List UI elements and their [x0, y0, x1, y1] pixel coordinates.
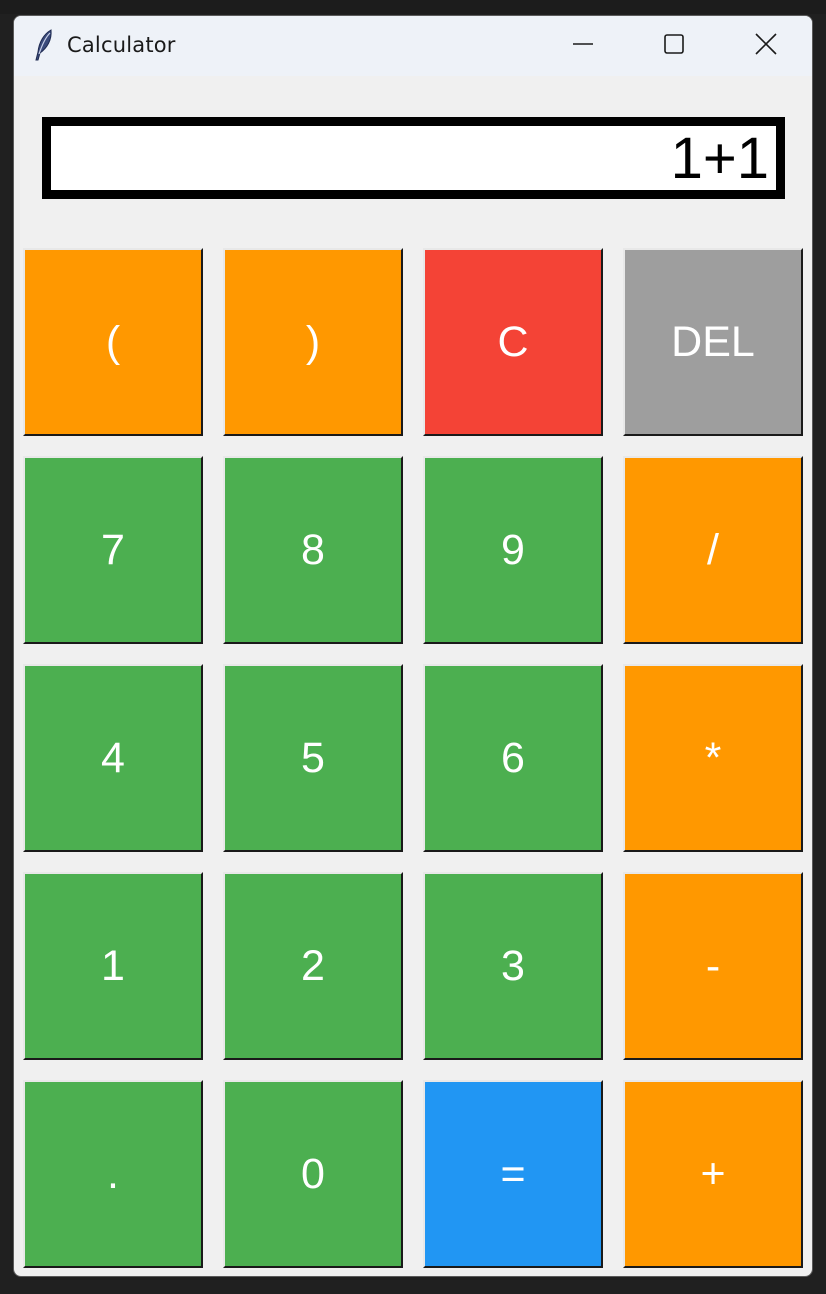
add-button[interactable]: + — [623, 1080, 803, 1268]
desktop-background — [0, 0, 826, 14]
expression-display[interactable] — [51, 126, 776, 190]
close-button[interactable] — [733, 16, 799, 76]
close-icon — [755, 32, 777, 60]
digit-1-button[interactable]: 1 — [23, 872, 203, 1060]
digit-4-button[interactable]: 4 — [23, 664, 203, 852]
open-paren-button[interactable]: ( — [23, 248, 203, 436]
delete-button[interactable]: DEL — [623, 248, 803, 436]
divide-button[interactable]: / — [623, 456, 803, 644]
digit-9-button[interactable]: 9 — [423, 456, 603, 644]
digit-3-button[interactable]: 3 — [423, 872, 603, 1060]
decimal-point-button[interactable]: . — [23, 1080, 203, 1268]
subtract-button[interactable]: - — [623, 872, 803, 1060]
maximize-icon — [663, 33, 685, 60]
calculator-window: Calculator ( ) C DEL 7 8 9 / 4 5 6 * 1 2 — [13, 15, 813, 1277]
digit-5-button[interactable]: 5 — [223, 664, 403, 852]
close-paren-button[interactable]: ) — [223, 248, 403, 436]
title-bar[interactable]: Calculator — [14, 16, 812, 76]
maximize-button[interactable] — [641, 16, 707, 76]
equals-button[interactable]: = — [423, 1080, 603, 1268]
digit-8-button[interactable]: 8 — [223, 456, 403, 644]
clear-button[interactable]: C — [423, 248, 603, 436]
digit-6-button[interactable]: 6 — [423, 664, 603, 852]
minimize-button[interactable] — [550, 16, 616, 76]
digit-2-button[interactable]: 2 — [223, 872, 403, 1060]
digit-7-button[interactable]: 7 — [23, 456, 203, 644]
window-title: Calculator — [67, 33, 176, 57]
minimize-icon — [572, 33, 594, 60]
display-frame — [42, 117, 785, 199]
digit-0-button[interactable]: 0 — [223, 1080, 403, 1268]
multiply-button[interactable]: * — [623, 664, 803, 852]
feather-icon — [32, 28, 56, 62]
